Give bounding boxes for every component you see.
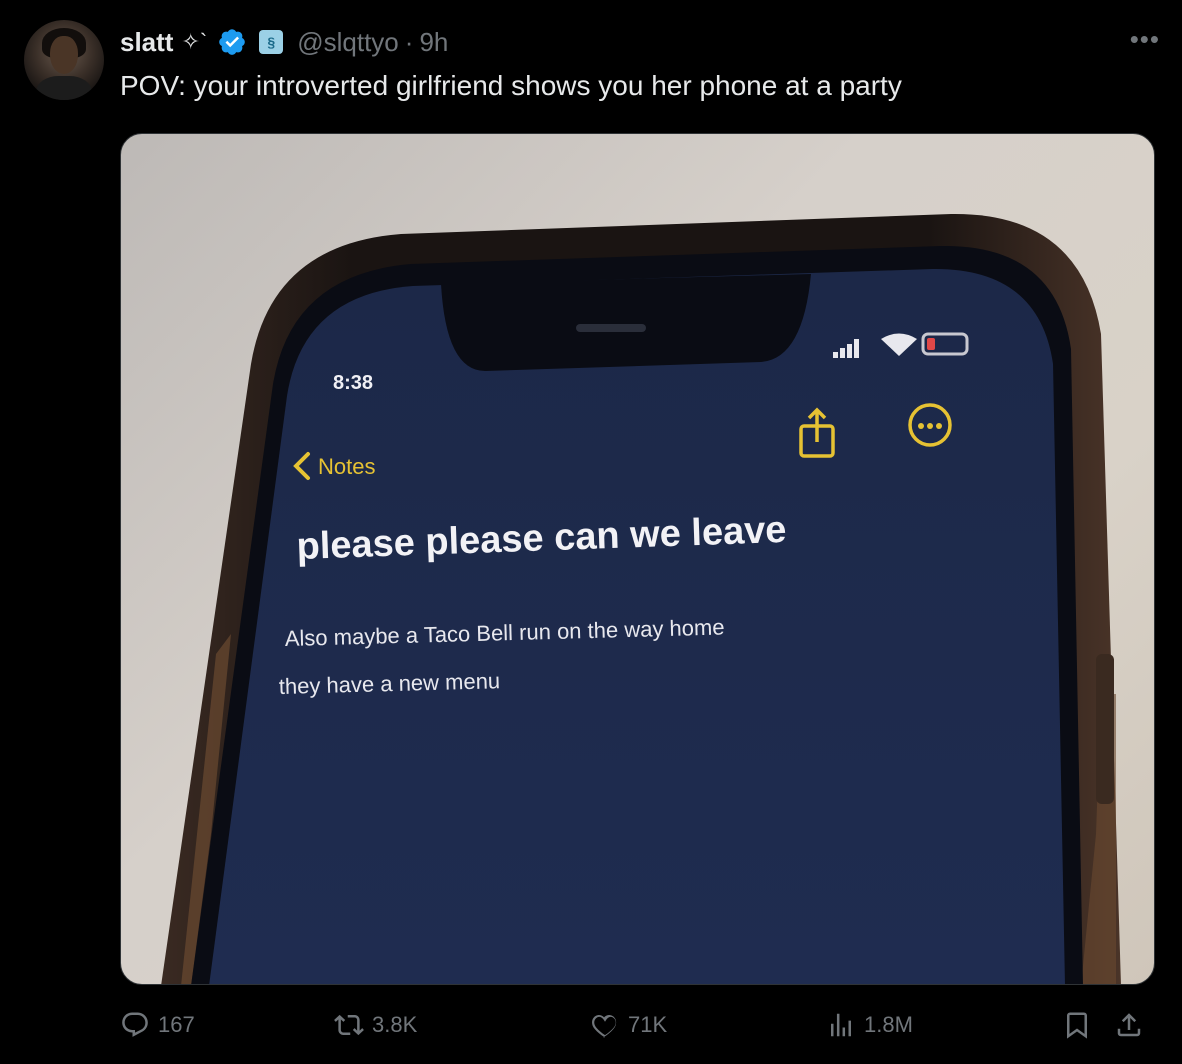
reply-icon: [122, 1012, 148, 1037]
repost-icon: [334, 1014, 364, 1036]
notes-back-label: Notes: [318, 454, 375, 479]
avatar-body: [36, 76, 92, 100]
tweet-header: slatt ✧` § @slqttyo · 9h: [120, 22, 448, 62]
avatar-face: [50, 36, 78, 74]
phone-photo: 8:38 Notes please please can we leave Al…: [161, 213, 1121, 984]
views-button[interactable]: 1.8M: [826, 1010, 913, 1040]
reply-count: 167: [158, 1012, 195, 1037]
heart-icon: [592, 1014, 617, 1038]
tweet-media[interactable]: 8:38 Notes please please can we leave Al…: [120, 133, 1155, 985]
views-icon: [831, 1013, 851, 1037]
author-handle[interactable]: @slqttyo: [297, 27, 399, 58]
bookmark-button[interactable]: [1062, 1010, 1092, 1040]
speaker-grille: [576, 324, 646, 332]
author-name[interactable]: slatt: [120, 27, 173, 58]
views-count: 1.8M: [864, 1012, 913, 1037]
separator: ·: [404, 26, 414, 57]
more-options-icon[interactable]: •••: [1130, 24, 1160, 55]
phone-clock: 8:38: [333, 372, 373, 394]
avatar[interactable]: [24, 20, 104, 100]
verified-badge-icon[interactable]: [217, 27, 247, 57]
battery-level: [927, 338, 935, 350]
reply-button[interactable]: 167: [120, 1010, 195, 1040]
side-button: [1096, 654, 1114, 804]
tweet-time[interactable]: 9h: [419, 27, 448, 58]
like-count: 71K: [628, 1012, 668, 1037]
repost-button[interactable]: 3.8K: [334, 1010, 417, 1040]
tweet-text: POV: your introverted girlfriend shows y…: [120, 70, 902, 101]
share-icon: [1117, 1013, 1141, 1037]
affiliate-badge-icon[interactable]: §: [259, 30, 284, 54]
tweet-actions: 167 3.8K 71K 1.8M: [120, 1010, 1160, 1050]
like-button[interactable]: 71K: [590, 1010, 667, 1040]
bookmark-icon: [1067, 1012, 1087, 1039]
phone-notch: [441, 274, 811, 372]
name-suffix: ✧`: [181, 29, 208, 54]
share-button[interactable]: [1114, 1010, 1144, 1040]
repost-count: 3.8K: [372, 1012, 418, 1037]
